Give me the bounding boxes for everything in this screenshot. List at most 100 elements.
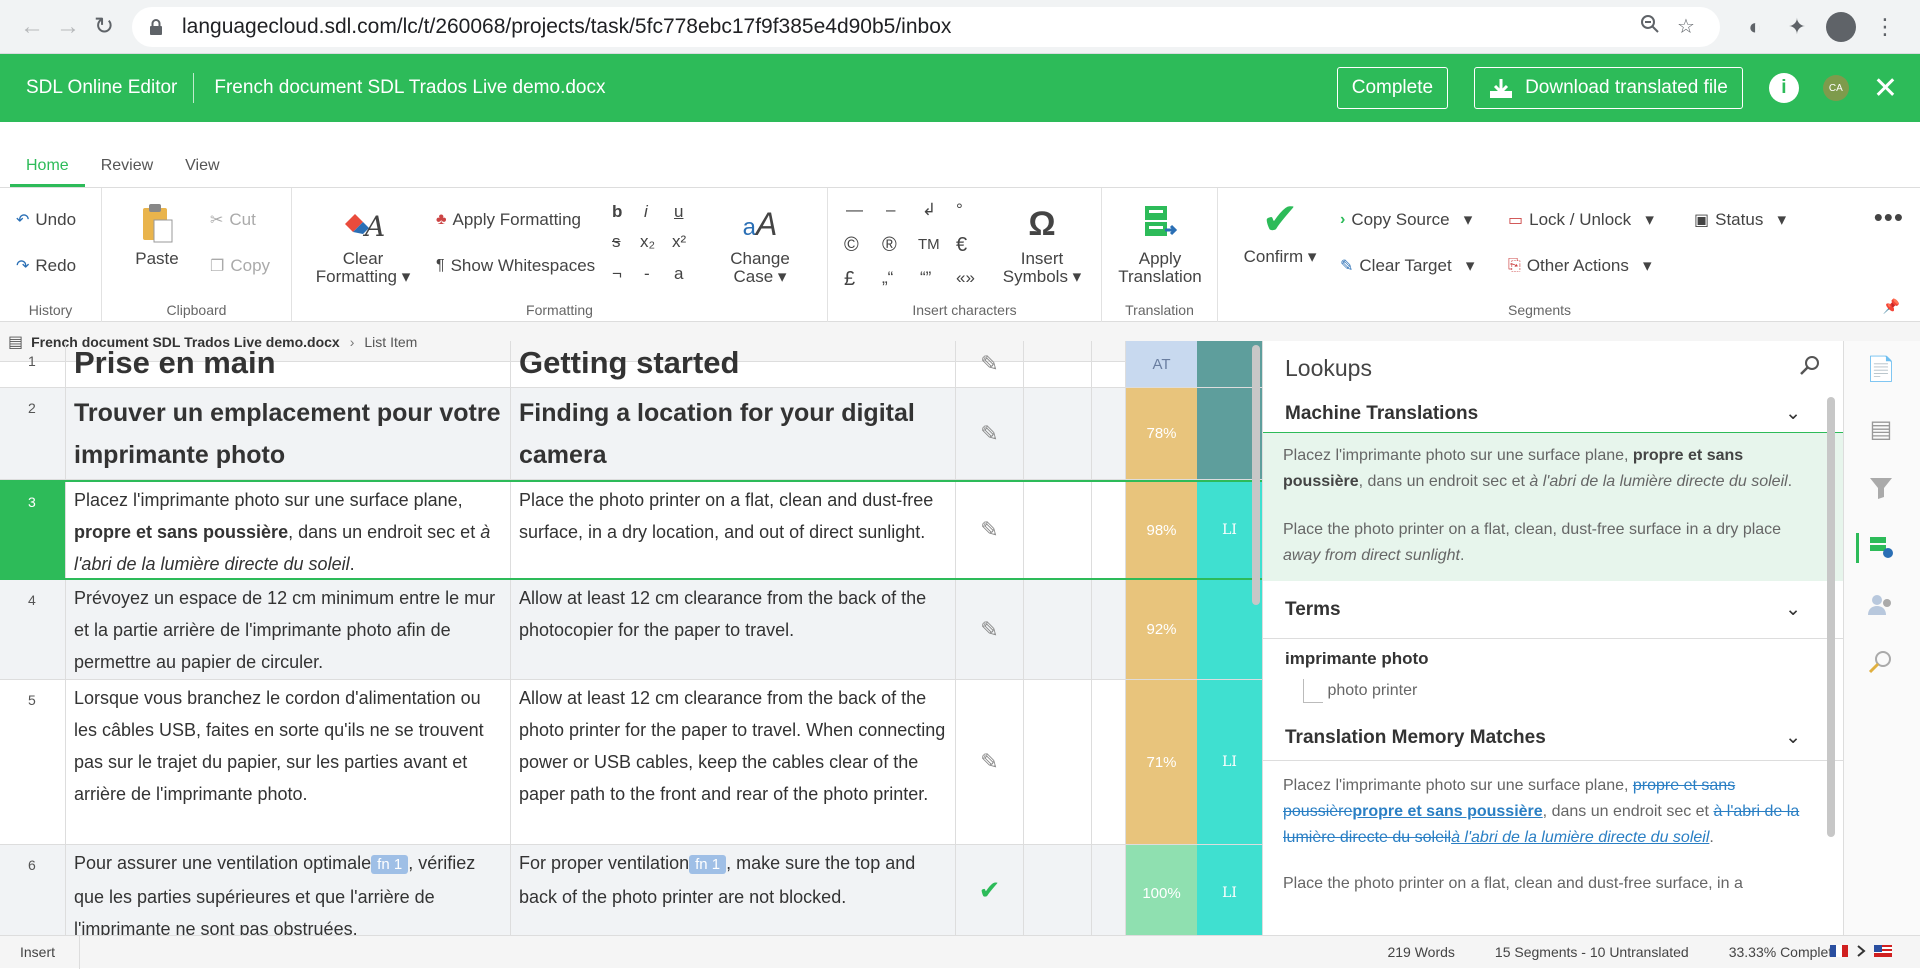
machine-translations-header[interactable]: Machine Translations ⌄ (1263, 395, 1843, 433)
segment-row-2[interactable]: 2 Trouver un emplacement pour votre impr… (0, 388, 1262, 480)
segment-row-6[interactable]: 6 Pour assurer une ventilation optimale f… (0, 845, 1262, 935)
double-quote-button[interactable]: “” (920, 268, 931, 288)
apply-translation-button[interactable]: Apply Translation (1112, 202, 1208, 286)
other-actions-button[interactable]: ⎘ Other Actions ▾ (1508, 256, 1652, 276)
terms-header[interactable]: Terms ⌄ (1263, 581, 1843, 639)
underline-button[interactable]: u (674, 202, 683, 222)
address-bar[interactable]: languagecloud.sdl.com/lc/t/260068/projec… (132, 6, 1720, 47)
show-whitespaces-button[interactable]: ¶ Show Whitespaces (436, 256, 595, 276)
not-sign-button[interactable]: ¬ (612, 264, 622, 284)
copy-source-button[interactable]: › Copy Source ▾ (1340, 210, 1472, 230)
machine-translation-result[interactable]: Placez l'imprimante photo sur une surfac… (1263, 433, 1843, 581)
users-icon[interactable] (1866, 591, 1896, 621)
pencil-icon[interactable]: ✎ (956, 482, 1024, 578)
clipboard-icon (122, 202, 192, 250)
pencil-icon[interactable]: ✎ (956, 341, 1024, 387)
target-cell[interactable]: Allow at least 12 cm clearance from the … (511, 580, 956, 679)
target-cell[interactable]: Allow at least 12 cm clearance from the … (511, 680, 956, 844)
subscript-button[interactable]: x₂ (640, 232, 655, 252)
chevron-down-icon[interactable]: ⌄ (1785, 726, 1801, 749)
ribbon-more-icon[interactable]: ••• (1874, 202, 1904, 233)
minus-button[interactable]: - (644, 264, 650, 284)
em-dash-button[interactable]: — (846, 200, 863, 220)
user-avatar[interactable]: CA (1822, 75, 1849, 101)
target-editor[interactable]: Place the photo printer on a flat, clean… (511, 482, 956, 578)
paste-button[interactable]: Paste (122, 202, 192, 268)
segment-row-4[interactable]: 4 Prévoyez un espace de 12 cm minimum en… (0, 580, 1262, 680)
close-icon[interactable]: ✕ (1873, 71, 1898, 106)
clear-formatting-button[interactable]: A Clear Formatting ▾ (308, 202, 418, 286)
insert-symbols-button[interactable]: Ω Insert Symbols ▾ (994, 202, 1090, 286)
target-cell[interactable]: Getting started (511, 341, 956, 387)
lock-unlock-button[interactable]: ▭ Lock / Unlock ▾ (1508, 210, 1654, 230)
lock-icon (148, 16, 170, 38)
segment-row-1[interactable]: 1 Prise en main Getting started ✎ AT (0, 341, 1262, 388)
registered-button[interactable]: ® (882, 234, 897, 257)
grid-scrollbar[interactable] (1252, 345, 1260, 605)
puzzle-icon[interactable]: ✦ (1776, 14, 1818, 40)
more-menu-icon[interactable]: ⋮ (1864, 14, 1906, 40)
lookups-scrollbar[interactable] (1827, 397, 1835, 837)
change-case-button[interactable]: aA Change Case ▾ (712, 202, 808, 286)
clear-target-button[interactable]: ✎ Clear Target ▾ (1340, 256, 1474, 276)
info-icon[interactable]: i (1768, 73, 1799, 103)
chevron-down-icon[interactable]: ⌄ (1785, 402, 1801, 425)
pencil-icon[interactable]: ✎ (956, 388, 1024, 479)
zoom-icon[interactable] (1632, 14, 1668, 40)
confirm-button[interactable]: ✔ Confirm ▾ (1230, 198, 1330, 266)
strikethrough-button[interactable]: s (612, 232, 621, 252)
pound-button[interactable]: £ (844, 268, 855, 291)
low-quote-button[interactable]: „“ (882, 268, 893, 288)
case-a-button[interactable]: a (674, 264, 683, 284)
segment-number: 3 (0, 482, 66, 578)
tab-view[interactable]: View (169, 157, 235, 187)
search-icon[interactable] (1866, 649, 1896, 679)
target-cell[interactable]: Finding a location for your digital came… (511, 388, 956, 479)
segment-row-5[interactable]: 5 Lorsque vous branchez le cordon d'alim… (0, 680, 1262, 845)
italic-button[interactable]: i (644, 202, 648, 222)
segment-row-3[interactable]: 3 Placez l'imprimante photo sur une surf… (0, 480, 1262, 580)
profile-avatar[interactable] (1826, 11, 1856, 42)
extension-icon[interactable]: ◐ (1734, 14, 1776, 40)
pin-icon[interactable]: 📌 (1883, 298, 1900, 315)
filter-icon[interactable] (1866, 475, 1896, 505)
reload-icon[interactable]: ↻ (86, 9, 122, 45)
tab-home[interactable]: Home (10, 157, 85, 187)
term-entry[interactable]: imprimante photo (1263, 639, 1843, 679)
status-button[interactable]: ▣ Status ▾ (1694, 210, 1786, 230)
redo-button[interactable]: ↷ Redo (16, 256, 76, 276)
back-icon[interactable]: ← (14, 9, 50, 45)
superscript-button[interactable]: x² (672, 232, 686, 252)
complete-button[interactable]: Complete (1336, 67, 1449, 109)
tree-connector (1303, 679, 1323, 703)
term-translation[interactable]: photo printer (1327, 682, 1417, 699)
right-rail: 📄 ▤ (1843, 341, 1920, 935)
tm-matches-header[interactable]: Translation Memory Matches ⌄ (1263, 715, 1843, 761)
document-check-icon[interactable]: 📄 (1866, 355, 1896, 385)
en-dash-button[interactable]: – (886, 200, 895, 220)
chevron-down-icon[interactable]: ⌄ (1785, 598, 1801, 621)
euro-button[interactable]: € (956, 234, 967, 257)
copyright-button[interactable]: © (844, 234, 859, 257)
bookmark-star-icon[interactable]: ☆ (1668, 14, 1704, 39)
forward-icon[interactable]: → (50, 9, 86, 45)
tm-match-result[interactable]: Placez l'imprimante photo sur une surfac… (1263, 761, 1843, 909)
pencil-icon[interactable]: ✎ (956, 680, 1024, 844)
bold-button[interactable]: b (612, 202, 622, 222)
undo-button[interactable]: ↶ Undo (16, 210, 76, 230)
trademark-button[interactable]: TM (918, 236, 940, 253)
line-break-button[interactable]: ↲ (922, 200, 936, 220)
search-icon[interactable] (1799, 354, 1821, 382)
guillemet-button[interactable]: «» (956, 268, 975, 288)
cut-button[interactable]: ✂ Cut (210, 210, 256, 230)
segment-number: 2 (0, 388, 66, 479)
apply-formatting-button[interactable]: ♣ Apply Formatting (436, 210, 581, 230)
degree-button[interactable]: ° (956, 200, 963, 220)
tab-review[interactable]: Review (85, 157, 169, 187)
copy-button[interactable]: ❐ Copy (210, 256, 270, 276)
download-button[interactable]: Download translated file (1474, 67, 1743, 109)
pencil-icon[interactable]: ✎ (956, 580, 1024, 679)
document-icon[interactable]: ▤ (1866, 415, 1896, 445)
target-cell[interactable]: For proper ventilation fn 1, make sure th… (511, 845, 956, 935)
lookups-tab-icon[interactable] (1856, 533, 1896, 563)
